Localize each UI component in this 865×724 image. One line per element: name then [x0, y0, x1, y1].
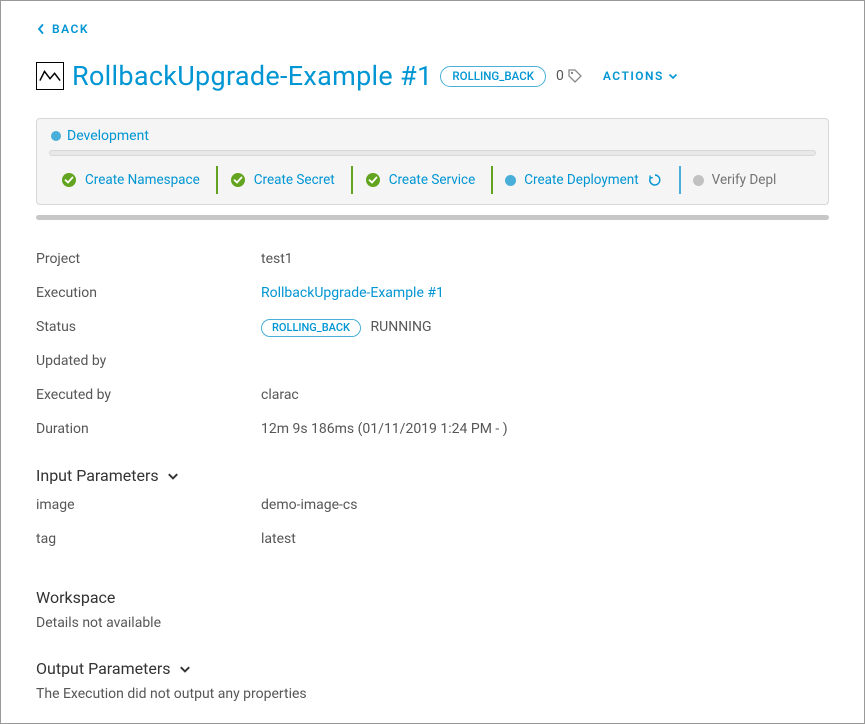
execution-link[interactable]: RollbackUpgrade-Example #1 [261, 285, 444, 301]
chevron-down-icon [179, 663, 191, 675]
stage-header[interactable]: Development [37, 119, 828, 150]
status-pill: ROLLING_BACK [261, 319, 361, 337]
workspace-header: Workspace [36, 588, 829, 607]
actions-menu[interactable]: ACTIONS [603, 69, 678, 83]
check-circle-icon [230, 172, 246, 188]
status-badge: ROLLING_BACK [440, 66, 546, 87]
stage-dot-icon [51, 131, 61, 141]
check-circle-icon [61, 172, 77, 188]
check-circle-icon [365, 172, 381, 188]
tag-icon [567, 68, 583, 84]
back-label: BACK [52, 22, 89, 36]
row-executed-by: Executed by clarac [36, 378, 829, 412]
details-section: Project test1 Execution RollbackUpgrade-… [1, 220, 864, 702]
rollback-icon [647, 172, 663, 188]
task-create-deployment[interactable]: Create Deployment [493, 166, 680, 194]
task-create-secret[interactable]: Create Secret [218, 166, 353, 194]
workspace-sub: Details not available [36, 615, 829, 631]
chevron-down-icon [167, 470, 179, 482]
chevron-down-icon [668, 71, 678, 81]
task-create-service[interactable]: Create Service [353, 166, 494, 194]
input-param-row: tag latest [36, 522, 829, 556]
input-param-row: image demo-image-cs [36, 485, 829, 522]
status-text: RUNNING [371, 319, 432, 335]
pipeline-icon [36, 62, 64, 90]
back-button[interactable]: BACK [36, 22, 89, 36]
output-parameters-header[interactable]: Output Parameters [36, 659, 829, 678]
row-status: Status ROLLING_BACK RUNNING [36, 310, 829, 344]
title-row: RollbackUpgrade-Example #1 ROLLING_BACK … [36, 60, 829, 92]
page-title: RollbackUpgrade-Example #1 [72, 60, 432, 92]
task-create-namespace[interactable]: Create Namespace [49, 166, 218, 194]
tasks-row: Create Namespace Create Secret Create Se… [37, 156, 828, 194]
row-updated-by: Updated by [36, 344, 829, 378]
output-parameters-sub: The Execution did not output any propert… [36, 686, 829, 702]
row-duration: Duration 12m 9s 186ms (01/11/2019 1:24 P… [36, 412, 829, 446]
stage-name: Development [67, 128, 149, 144]
running-dot-icon [505, 175, 516, 186]
chevron-left-icon [36, 24, 46, 34]
task-verify-deployment[interactable]: Verify Depl [681, 166, 793, 194]
row-execution: Execution RollbackUpgrade-Example #1 [36, 276, 829, 310]
tag-count[interactable]: 0 [556, 68, 583, 84]
pending-dot-icon [693, 175, 704, 186]
stage-panel: Development Create Namespace Create Secr… [36, 118, 829, 205]
row-project: Project test1 [36, 242, 829, 276]
input-parameters-header[interactable]: Input Parameters [36, 466, 829, 485]
